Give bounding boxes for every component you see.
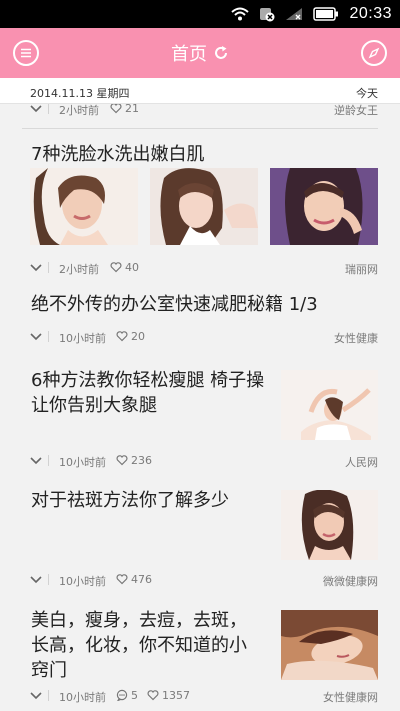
item-meta: 10小时前 236 人民网 bbox=[28, 453, 378, 469]
divider bbox=[48, 690, 49, 701]
article-image[interactable] bbox=[281, 610, 378, 680]
date-label: 2014.11.13 星期四 bbox=[30, 87, 130, 100]
item-time: 10小时前 bbox=[59, 456, 106, 469]
divider bbox=[48, 262, 49, 273]
article-image[interactable] bbox=[281, 370, 378, 440]
item-likes: 21 bbox=[125, 104, 139, 115]
news-feed[interactable]: 2小时前 21 逆龄女王 7种洗脸水洗出嫩白肌 2小时前 40 瑞丽网 绝不外传… bbox=[0, 104, 400, 711]
item-title[interactable]: 美白，瘦身，去痘，去斑， 长高，化妆，你不知道的小 窍门 bbox=[31, 608, 247, 683]
feed-item[interactable]: 2小时前 21 逆龄女王 bbox=[0, 104, 400, 130]
item-likes: 236 bbox=[131, 454, 152, 467]
feed-item[interactable]: 美白，瘦身，去痘，去斑， 长高，化妆，你不知道的小 窍门 10小时前 5 135… bbox=[0, 596, 400, 711]
item-source[interactable]: 女性健康网 bbox=[323, 689, 378, 705]
today-label: 今天 bbox=[356, 87, 378, 100]
item-source[interactable]: 女性健康 bbox=[334, 330, 378, 346]
item-title[interactable]: 7种洗脸水洗出嫩白肌 bbox=[31, 142, 204, 167]
comment-icon[interactable] bbox=[116, 689, 128, 701]
article-image[interactable] bbox=[281, 490, 378, 560]
compass-icon bbox=[368, 47, 380, 59]
chevron-down-icon[interactable] bbox=[30, 261, 42, 273]
battery-icon bbox=[313, 7, 339, 21]
date-bar: 2014.11.13 星期四 今天 bbox=[0, 78, 400, 104]
item-title[interactable]: 对于祛斑方法你了解多少 bbox=[31, 488, 229, 513]
item-meta: 10小时前 476 微微健康网 bbox=[28, 572, 378, 588]
item-time: 2小时前 bbox=[59, 263, 99, 276]
item-title-line: 长高，化妆，你不知道的小 bbox=[31, 635, 247, 656]
divider bbox=[48, 455, 49, 466]
sim-off-icon bbox=[260, 8, 275, 22]
heart-icon[interactable] bbox=[110, 261, 122, 273]
divider bbox=[48, 574, 49, 585]
feed-item[interactable]: 对于祛斑方法你了解多少 10小时前 476 微微健康网 bbox=[0, 474, 400, 597]
app-header: 首页 bbox=[0, 28, 400, 78]
status-bar: 20:33 bbox=[0, 0, 400, 28]
item-time: 10小时前 bbox=[59, 332, 106, 345]
feed-item[interactable]: 7种洗脸水洗出嫩白肌 2小时前 40 瑞丽网 bbox=[0, 130, 400, 283]
article-image[interactable] bbox=[150, 168, 258, 245]
chevron-down-icon[interactable] bbox=[30, 104, 42, 114]
item-meta: 10小时前 5 1357 女性健康网 bbox=[28, 688, 378, 704]
chevron-down-icon[interactable] bbox=[30, 454, 42, 466]
chevron-down-icon[interactable] bbox=[30, 330, 42, 342]
item-likes: 40 bbox=[125, 261, 139, 274]
article-image[interactable] bbox=[30, 168, 138, 245]
item-time: 2小时前 bbox=[59, 104, 99, 117]
divider bbox=[48, 104, 49, 114]
feed-item[interactable]: 绝不外传的办公室快速减肥秘籍 1/3 10小时前 20 女性健康 bbox=[0, 282, 400, 357]
item-source[interactable]: 人民网 bbox=[345, 454, 378, 470]
item-source[interactable]: 瑞丽网 bbox=[345, 261, 378, 277]
item-title-line: 美白，瘦身，去痘，去斑， bbox=[31, 610, 247, 631]
item-source[interactable]: 逆龄女王 bbox=[334, 104, 378, 118]
compass-button[interactable] bbox=[361, 40, 387, 66]
item-meta: 2小时前 40 瑞丽网 bbox=[28, 260, 378, 276]
item-likes: 1357 bbox=[162, 689, 190, 702]
feed-item[interactable]: 6种方法教你轻松瘦腿 椅子操 让你告别大象腿 10小时前 236 人民网 bbox=[0, 356, 400, 475]
item-meta: 2小时前 21 逆龄女王 bbox=[28, 104, 378, 117]
wifi-icon bbox=[231, 7, 250, 21]
page-title: 首页 bbox=[171, 44, 207, 65]
item-source[interactable]: 微微健康网 bbox=[323, 573, 378, 589]
heart-icon[interactable] bbox=[116, 330, 128, 342]
item-time: 10小时前 bbox=[59, 575, 106, 588]
divider bbox=[22, 128, 378, 129]
chevron-down-icon[interactable] bbox=[30, 573, 42, 585]
clock: 20:33 bbox=[349, 5, 392, 22]
article-image[interactable] bbox=[270, 168, 378, 245]
item-likes: 20 bbox=[131, 330, 145, 343]
item-title-line: 6种方法教你轻松瘦腿 椅子操 bbox=[31, 370, 265, 391]
item-likes: 476 bbox=[131, 573, 152, 586]
heart-icon[interactable] bbox=[116, 454, 128, 466]
refresh-icon[interactable] bbox=[213, 45, 229, 61]
item-time: 10小时前 bbox=[59, 691, 106, 704]
item-title-line: 让你告别大象腿 bbox=[31, 395, 157, 416]
heart-icon[interactable] bbox=[110, 104, 122, 114]
heart-icon[interactable] bbox=[147, 689, 159, 701]
item-comments: 5 bbox=[131, 689, 138, 702]
item-title-line: 窍门 bbox=[31, 660, 67, 681]
heart-icon[interactable] bbox=[116, 573, 128, 585]
chevron-down-icon[interactable] bbox=[30, 689, 42, 701]
header-title-group: 首页 bbox=[0, 40, 400, 66]
item-title[interactable]: 6种方法教你轻松瘦腿 椅子操 让你告别大象腿 bbox=[31, 368, 264, 418]
item-title[interactable]: 绝不外传的办公室快速减肥秘籍 1/3 bbox=[31, 292, 318, 317]
signal-icon bbox=[286, 8, 303, 20]
divider bbox=[48, 331, 49, 342]
item-meta: 10小时前 20 女性健康 bbox=[28, 329, 378, 345]
